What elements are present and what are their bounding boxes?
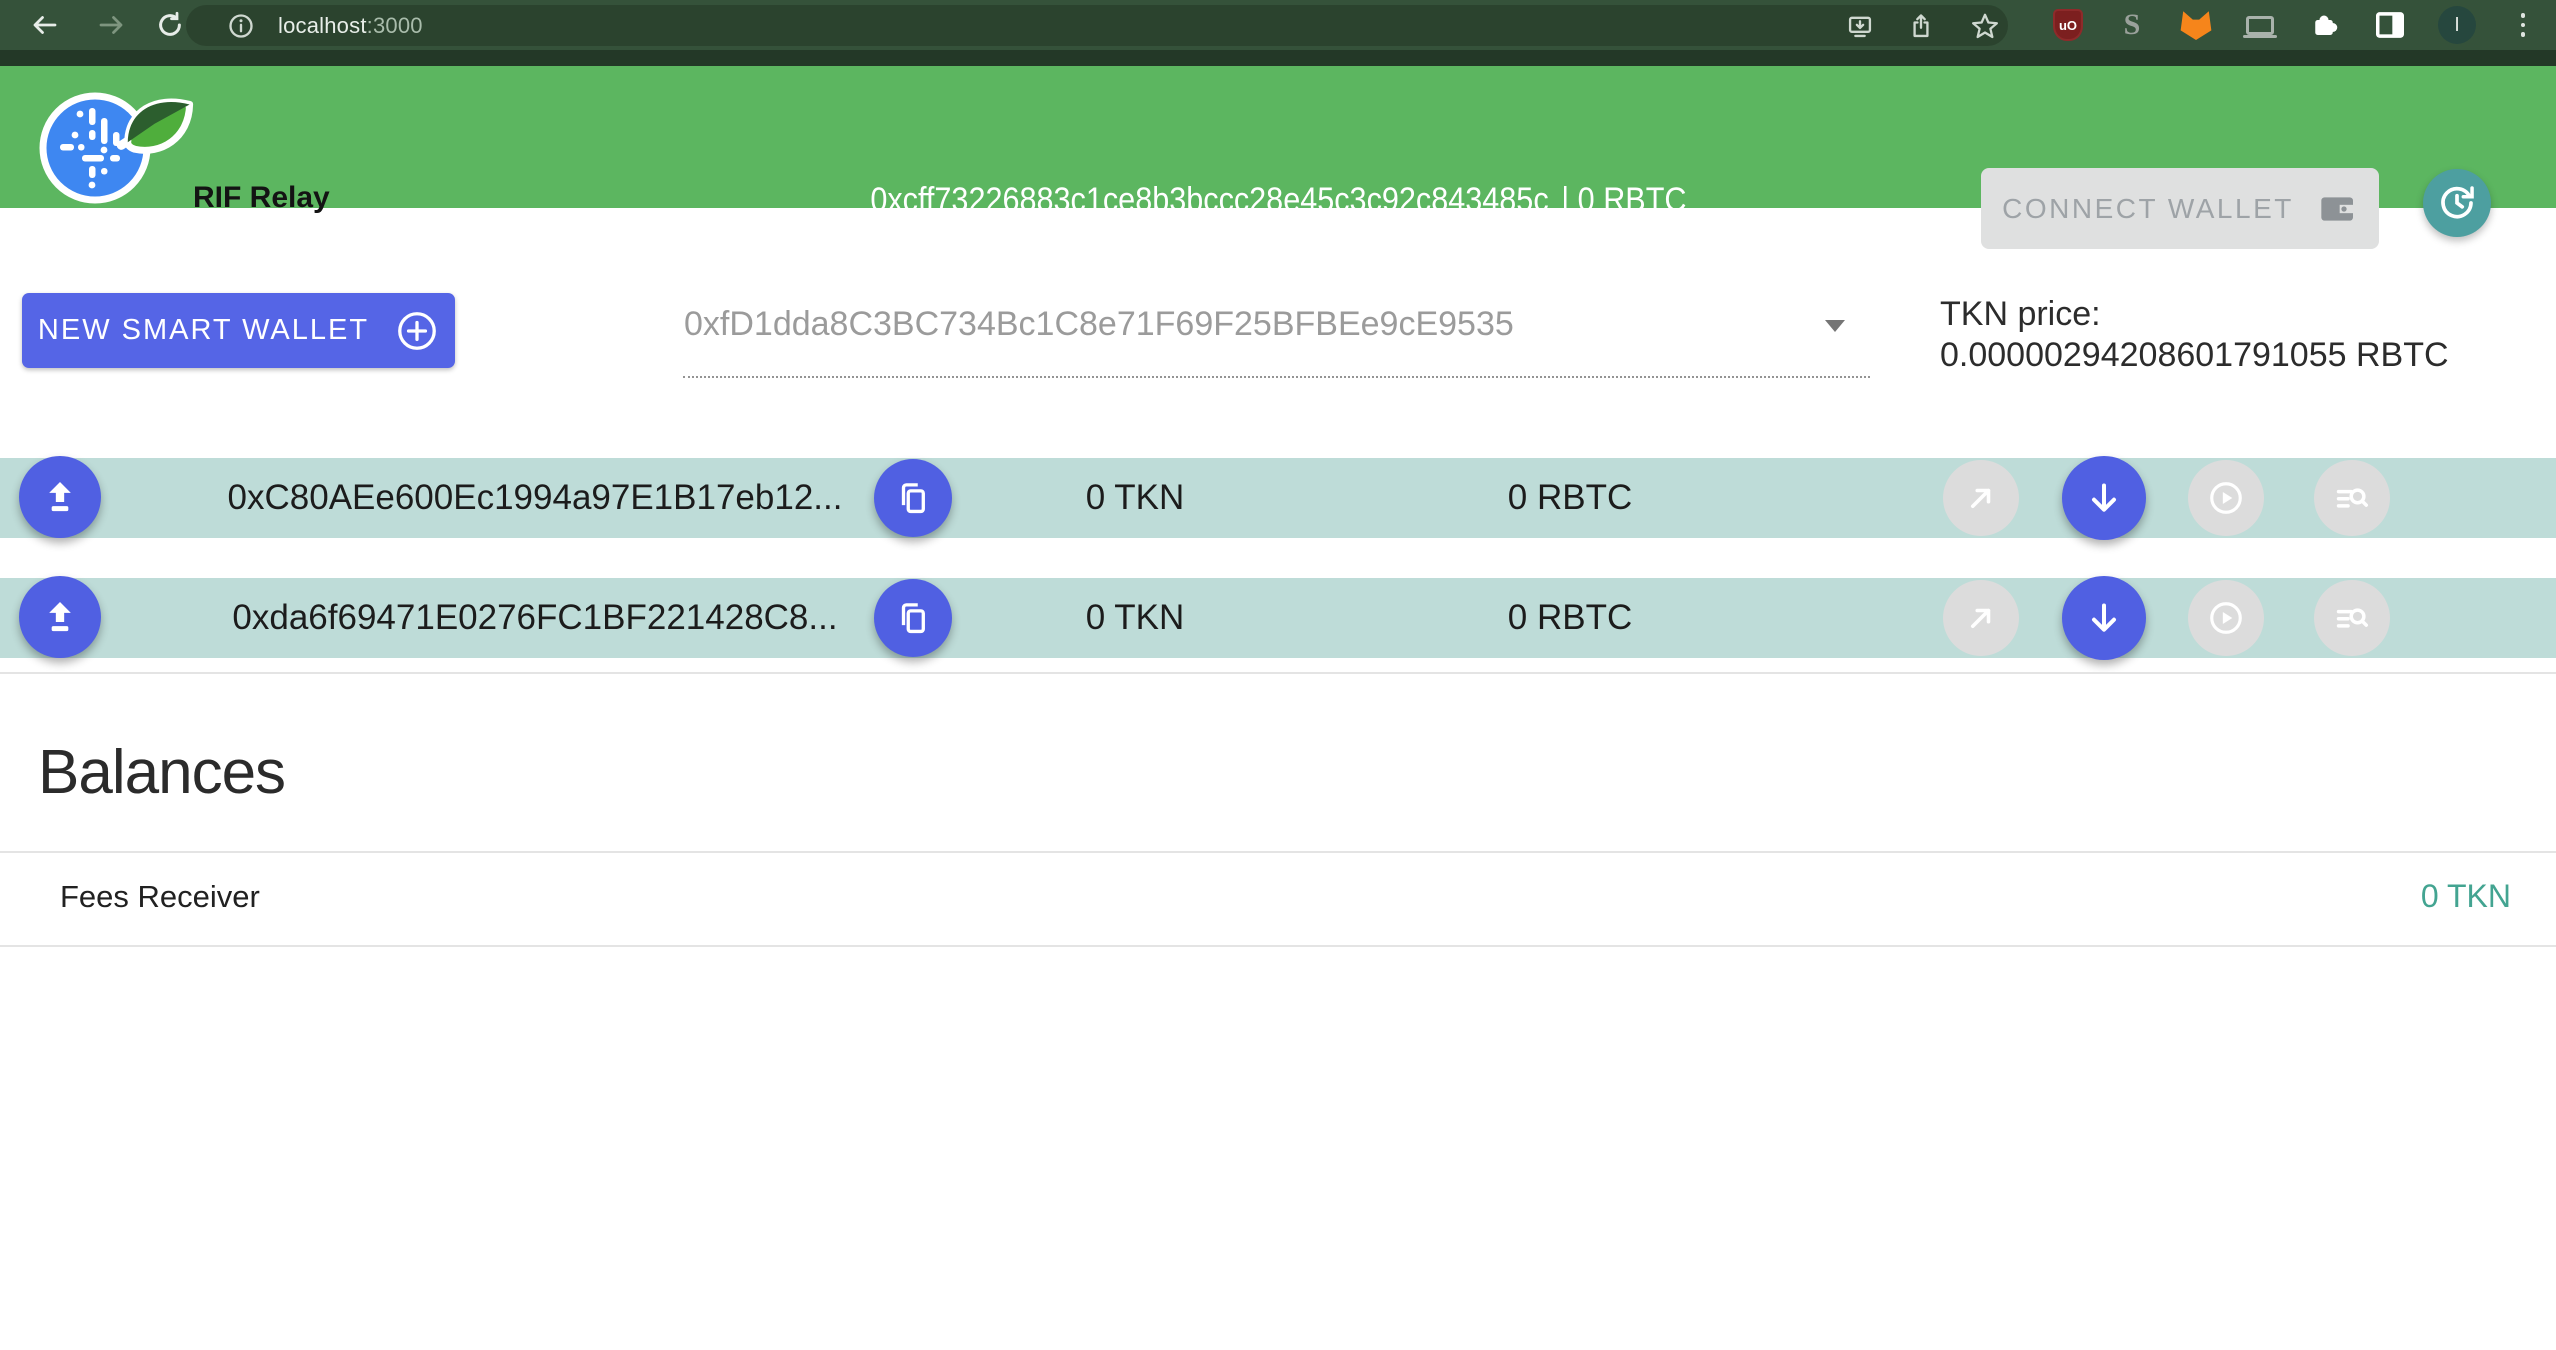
row-divider [0,851,2556,853]
connect-wallet-label: CONNECT WALLET [2002,193,2294,225]
extensions-puzzle-icon[interactable] [2305,6,2343,44]
browser-menu-icon[interactable] [2504,6,2542,44]
reload-icon[interactable] [152,7,188,43]
chevron-down-icon [1822,318,1848,334]
wallet-rbtc-balance: 0 RBTC [1470,458,1670,538]
bookmark-star-icon[interactable] [1968,9,2002,43]
back-icon[interactable] [27,7,63,43]
new-smart-wallet-label: NEW SMART WALLET [38,314,369,347]
new-smart-wallet-button[interactable]: NEW SMART WALLET [22,293,455,368]
s-extension-icon[interactable]: S [2113,6,2151,44]
url-text[interactable]: localhost:3000 [278,13,423,39]
deploy-upload-button[interactable] [19,576,101,658]
browser-toolbar: localhost:3000 uO S I [0,0,2556,66]
wallet-tkn-balance: 0 TKN [1040,458,1230,538]
deposit-button[interactable] [2062,456,2146,540]
wallet-rbtc-balance: 0 RBTC [1470,578,1670,658]
smart-wallet-select[interactable]: 0xfD1dda8C3BC734Bc1C8e71F69F25BFBEe9cE95… [683,296,1870,378]
plus-circle-icon [395,309,439,353]
fees-receiver-value: 0 TKN [2421,878,2511,915]
smart-wallet-row: 0xda6f69471E0276FC1BF221428C8... 0 TKN 0… [0,578,2556,658]
site-info-icon[interactable] [224,9,258,43]
wallet-address: 0xda6f69471E0276FC1BF221428C8... [170,578,900,658]
ublock-extension-icon[interactable]: uO [2049,6,2087,44]
fees-receiver-label: Fees Receiver [60,879,260,915]
refresh-button[interactable] [2423,169,2491,237]
copy-address-button[interactable] [874,459,952,537]
toolbar-bottom-edge [0,50,2556,66]
smart-wallet-row: 0xC80AEe600Ec1994a97E1B17eb12... 0 TKN 0… [0,458,2556,538]
laptop-extension-icon[interactable] [2241,6,2279,44]
wallet-icon [2318,189,2358,229]
execute-button[interactable] [2188,580,2264,656]
wallet-address: 0xC80AEe600Ec1994a97E1B17eb12... [170,458,900,538]
row-divider [0,945,2556,947]
connect-wallet-button[interactable]: CONNECT WALLET [1981,168,2379,249]
execute-button[interactable] [2188,460,2264,536]
profile-avatar[interactable]: I [2438,6,2476,44]
install-app-icon[interactable] [1843,9,1877,43]
tkn-price: TKN price: 0.00000294208601791055 RBTC [1940,294,2449,376]
update-clock-icon [2436,182,2478,224]
side-panel-icon[interactable] [2371,6,2409,44]
deploy-upload-button[interactable] [19,456,101,538]
forward-icon[interactable] [93,7,129,43]
address-bar[interactable]: localhost:3000 [186,5,2008,46]
tkn-price-label: TKN price: [1940,294,2449,335]
app-header: RIF Relay 0xcff73226883c1ce8b3bccc28e45c… [0,66,2556,208]
tkn-price-value: 0.00000294208601791055 RBTC [1940,335,2449,376]
smart-wallet-select-value: 0xfD1dda8C3BC734Bc1C8e71F69F25BFBEe9cE95… [684,305,1514,344]
copy-address-button[interactable] [874,579,952,657]
metamask-fox-icon[interactable] [2177,6,2215,44]
transfer-button[interactable] [1943,580,2019,656]
wallet-tkn-balance: 0 TKN [1040,578,1230,658]
inspect-button[interactable] [2314,460,2390,536]
section-divider [0,672,2556,674]
balances-title: Balances [38,737,285,808]
deposit-button[interactable] [2062,576,2146,660]
inspect-button[interactable] [2314,580,2390,656]
transfer-button[interactable] [1943,460,2019,536]
share-icon[interactable] [1904,9,1938,43]
